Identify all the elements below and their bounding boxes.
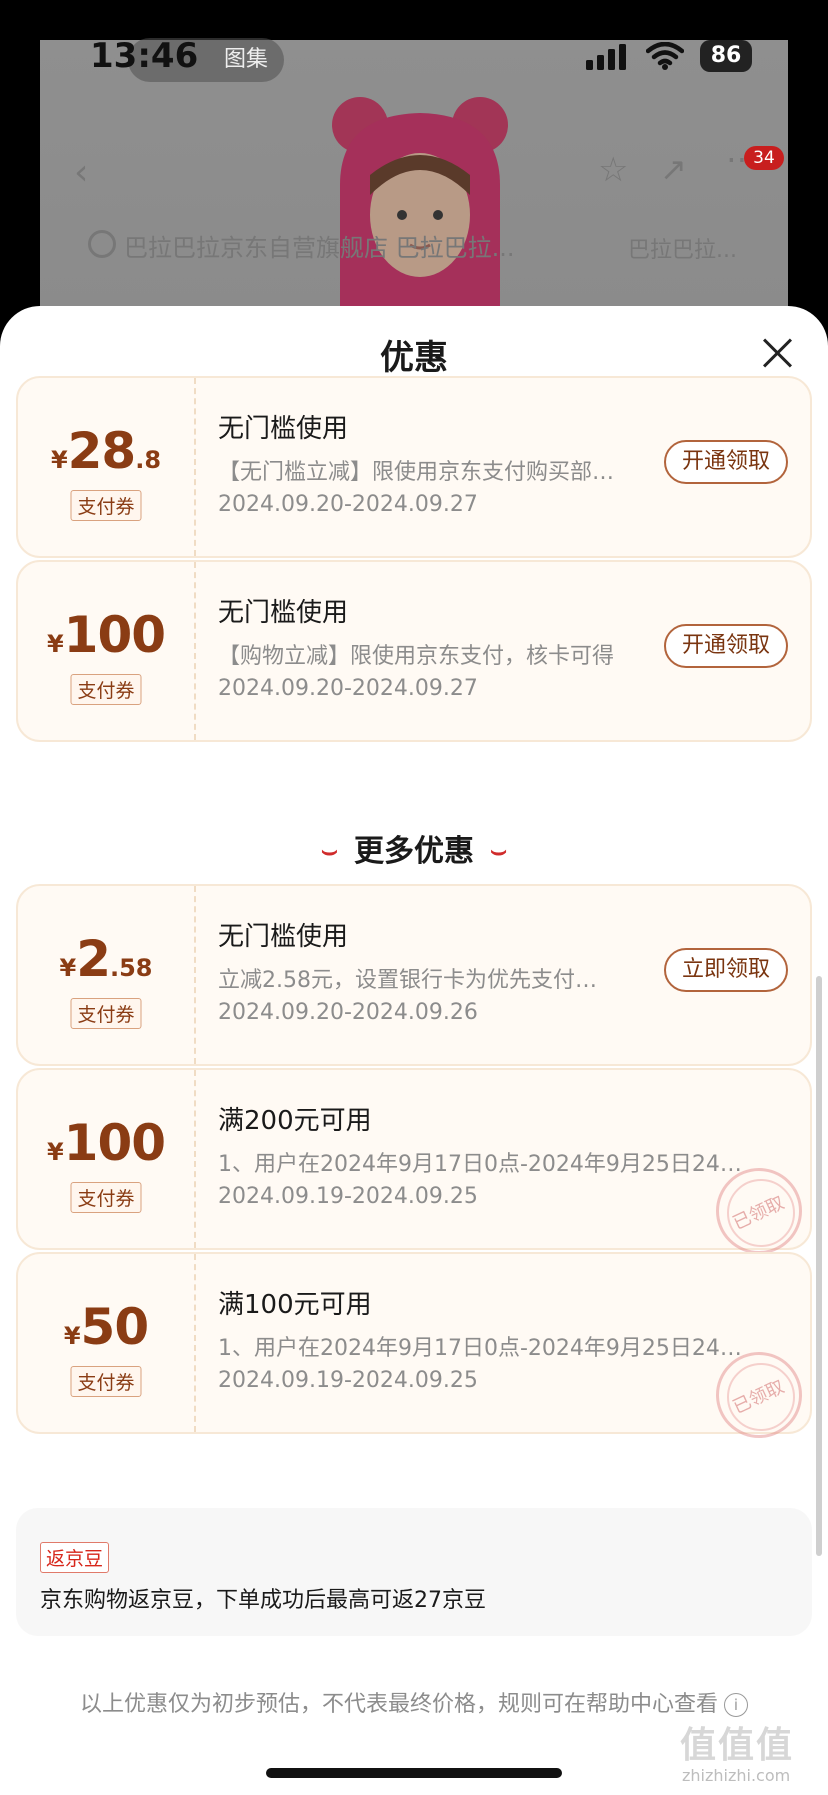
amount-integer: 50 [80,1298,150,1356]
claimed-stamp: 已领取 [716,1352,802,1438]
cellular-signal-icon [586,44,626,70]
coupon-card: ¥2.58 支付券 无门槛使用 立减2.58元，设置银行卡为优先支付… 2024… [16,884,812,1066]
coupon-amount: ¥100 [18,606,194,664]
more-offers-heading: ⌣ 更多优惠 ⌣ [0,826,828,870]
coupon-type-tag: 支付券 [70,490,142,521]
coupon-date: 2024.09.19-2024.09.25 [218,1368,478,1393]
coupon-amount-panel: ¥100 支付券 [18,1070,196,1248]
amount-integer: 2 [76,930,111,988]
product-image-child [332,97,508,335]
status-bar: 图集 13:46 86 [0,36,828,82]
coupon-card: ¥28.8 支付券 无门槛使用 【无门槛立减】限使用京东支付购买部… 2024.… [16,376,812,558]
disclaimer-note: 以上优惠仅为初步预估，不代表最终价格，规则可在帮助中心查看 i [0,1686,828,1718]
gallery-label: 图集 [223,47,268,72]
cart-badge: 34 [744,146,784,170]
amount-decimal: .58 [109,954,153,982]
coupon-title: 无门槛使用 [218,922,349,952]
coupon-date: 2024.09.20-2024.09.26 [218,1000,478,1025]
coupon-amount: ¥100 [18,1114,194,1172]
coupon-amount: ¥28.8 [18,422,194,480]
coupon-desc: 1、用户在2024年9月17日0点-2024年9月25日24… [218,1336,742,1361]
watermark-url: zhizhizhi.com [682,1766,791,1785]
coupon-amount-panel: ¥50 支付券 [18,1254,196,1432]
share-icon[interactable]: ↗ [660,150,687,188]
coupon-amount-panel: ¥28.8 支付券 [18,378,196,556]
watermark-logo-text: 值值值 [680,1725,795,1766]
jd-beans-box: 返京豆 京东购物返京豆，下单成功后最高可返27京豆 [16,1508,812,1636]
more-offers-title: 更多优惠 [354,834,474,869]
coupon-title: 满200元可用 [218,1106,372,1136]
coupon-desc: 【无门槛立减】限使用京东支付购买部… [218,460,615,485]
claim-now-button[interactable]: 立即领取 [664,948,788,992]
coupon-card: ¥50 支付券 满100元可用 1、用户在2024年9月17日0点-2024年9… [16,1252,812,1438]
coupon-desc: 1、用户在2024年9月17日0点-2024年9月25日24… [218,1152,742,1177]
amount-integer: 100 [63,606,166,664]
coupon-amount-panel: ¥100 支付券 [18,562,196,740]
amount-integer: 100 [63,1114,166,1172]
scrollbar-thumb[interactable] [816,976,822,1556]
battery-indicator: 86 [700,40,752,72]
claimed-stamp-text: 已领取 [729,1376,788,1419]
offers-sheet: 优惠 ¥28.8 支付券 无门槛使用 【无门槛立减】限使用京东支付购买部… 20… [0,306,828,1795]
coupon-title: 满100元可用 [218,1290,372,1320]
home-indicator[interactable] [266,1768,562,1778]
search-suggestion[interactable]: 巴拉巴拉京东自营旗舰店 巴拉巴拉... [124,228,515,263]
coupon-card: ¥100 支付券 无门槛使用 【购物立减】限使用京东支付，核卡可得 2024.0… [16,560,812,742]
claimed-stamp: 已领取 [716,1168,802,1254]
amount-decimal: .8 [135,446,162,474]
coupon-desc: 【购物立减】限使用京东支付，核卡可得 [218,644,615,669]
activate-claim-button[interactable]: 开通领取 [664,624,788,668]
currency-symbol: ¥ [50,446,68,474]
wifi-icon [646,42,684,70]
jd-beans-tag: 返京豆 [40,1542,110,1573]
coupon-card: ¥100 支付券 满200元可用 1、用户在2024年9月17日0点-2024年… [16,1068,812,1254]
coupon-title: 无门槛使用 [218,414,349,444]
coupon-date: 2024.09.20-2024.09.27 [218,676,478,701]
site-watermark: 值值值 zhizhizhi.com [680,1716,820,1786]
coupon-type-tag: 支付券 [70,674,142,705]
coupon-amount: ¥50 [18,1298,194,1356]
currency-symbol: ¥ [59,954,77,982]
coupon-date: 2024.09.19-2024.09.25 [218,1184,478,1209]
chevron-down-icon: ⌣ [320,836,338,866]
coupon-amount: ¥2.58 [18,930,194,988]
currency-symbol: ¥ [63,1322,81,1350]
close-button[interactable] [760,336,794,370]
chevron-down-icon: ⌣ [490,836,508,866]
jd-beans-text: 京东购物返京豆，下单成功后最高可返27京豆 [40,1588,486,1613]
coupon-date: 2024.09.20-2024.09.27 [218,492,478,517]
info-icon[interactable]: i [724,1693,748,1717]
disclaimer-text: 以上优惠仅为初步预估，不代表最终价格，规则可在帮助中心查看 [79,1692,718,1717]
back-arrow-icon[interactable]: ‹ [74,152,88,193]
activate-claim-button[interactable]: 开通领取 [664,440,788,484]
coupon-amount-panel: ¥2.58 支付券 [18,886,196,1064]
status-time: 13:46 [90,36,199,76]
currency-symbol: ¥ [46,1138,64,1166]
star-icon[interactable]: ☆ [598,150,628,190]
coupon-title: 无门槛使用 [218,598,349,628]
sheet-title: 优惠 [380,338,448,378]
coupon-type-tag: 支付券 [70,1366,142,1397]
amount-integer: 28 [67,422,137,480]
coupon-desc: 立减2.58元，设置银行卡为优先支付… [218,968,597,993]
claimed-stamp-text: 已领取 [729,1192,788,1235]
search-suggestion-2[interactable]: 巴拉巴拉... [628,232,737,264]
coupon-type-tag: 支付券 [70,1182,142,1213]
search-icon [88,230,116,258]
coupon-type-tag: 支付券 [70,998,142,1029]
currency-symbol: ¥ [46,630,64,658]
